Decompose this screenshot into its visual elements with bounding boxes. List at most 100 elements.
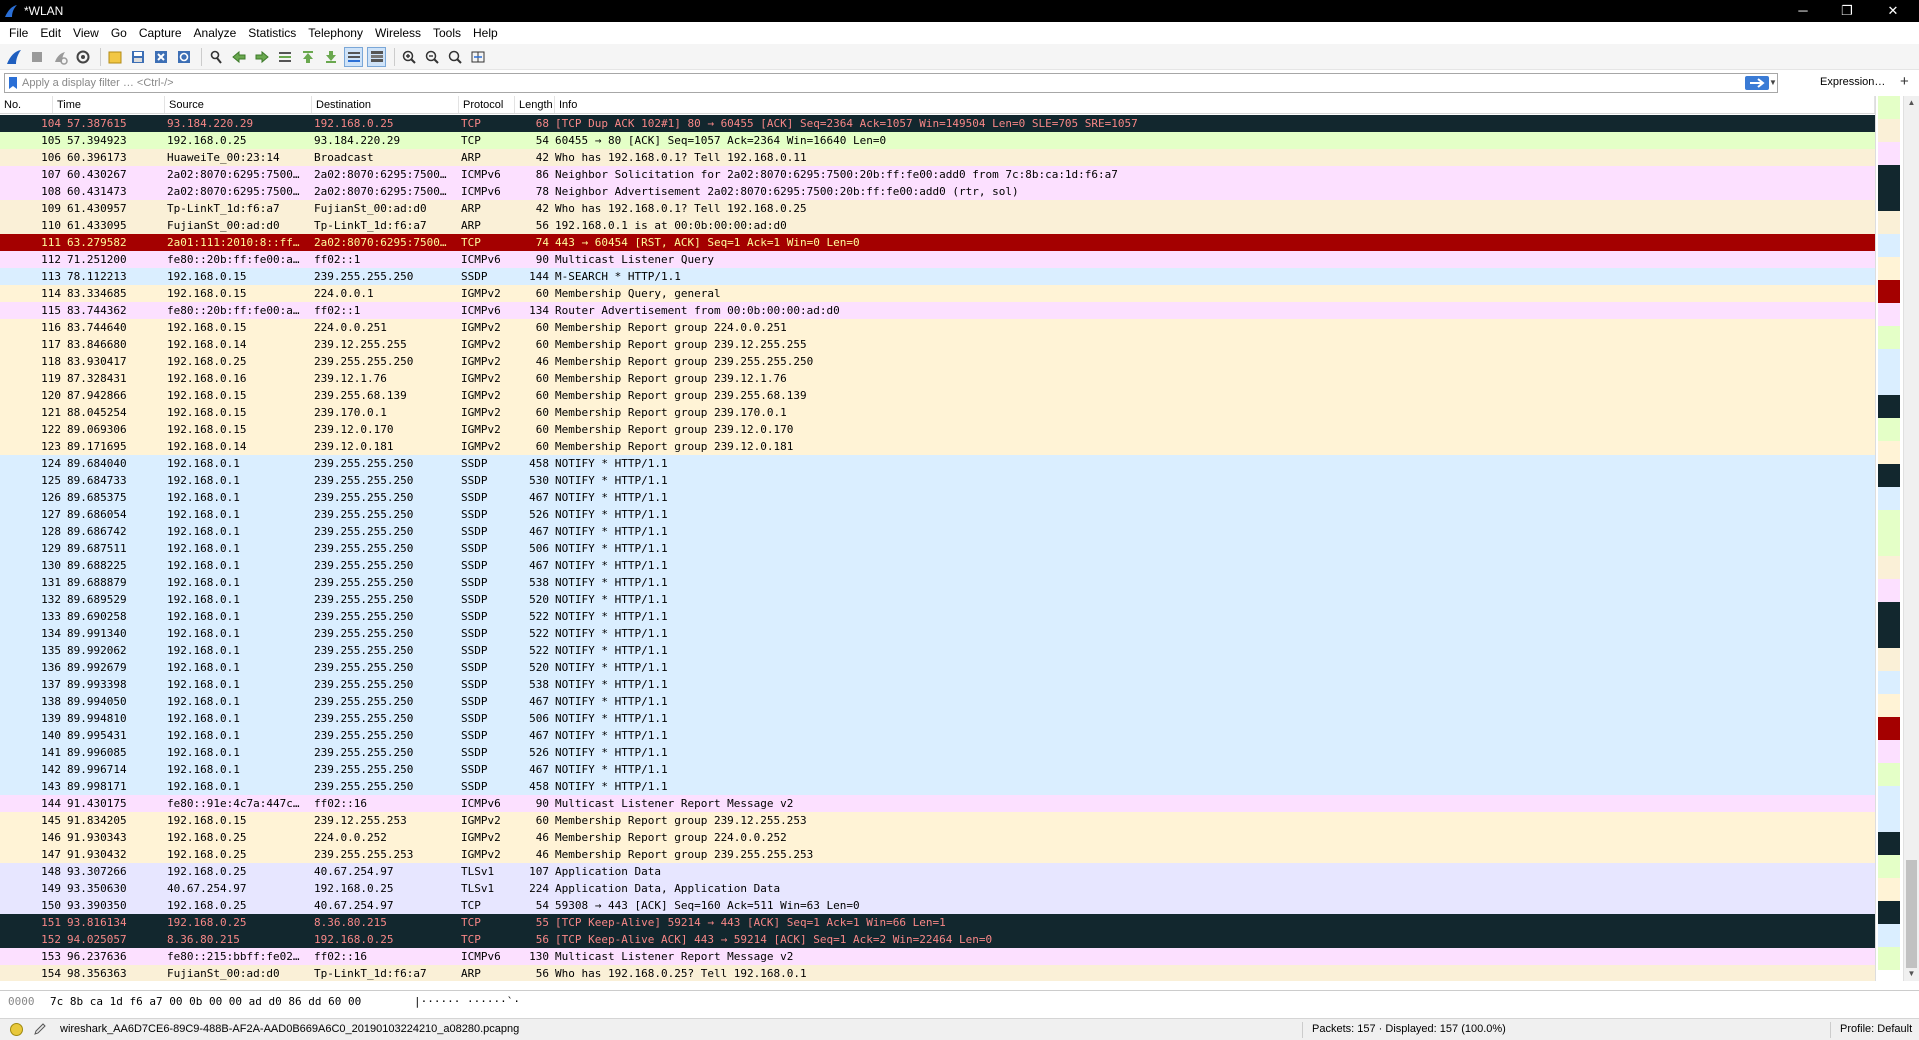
scroll-down-icon[interactable]: ▼	[1904, 967, 1919, 981]
display-filter-input[interactable]	[22, 74, 1777, 92]
packet-row[interactable]: 133 89.690258 192.168.0.1 239.255.255.250 SS…	[0, 608, 1875, 625]
packet-row[interactable]: 141 89.996085 192.168.0.1 239.255.255.250 SS…	[0, 744, 1875, 761]
scroll-up-icon[interactable]: ▲	[1904, 96, 1919, 110]
stop-capture-button[interactable]	[27, 47, 46, 67]
zoom-in-button[interactable]	[399, 47, 418, 67]
go-forward-button[interactable]	[252, 47, 271, 67]
menu-capture[interactable]: Capture	[133, 22, 188, 44]
start-capture-button[interactable]	[4, 47, 23, 67]
menu-view[interactable]: View	[67, 22, 105, 44]
packet-row[interactable]: 144 91.430175 fe80::91e:4c7a:447c… ff02::16…	[0, 795, 1875, 812]
packet-row[interactable]: 137 89.993398 192.168.0.1 239.255.255.250 SS…	[0, 676, 1875, 693]
column-no[interactable]: No.	[0, 96, 53, 113]
column-destination[interactable]: Destination	[312, 96, 459, 113]
minimize-button[interactable]: ─	[1781, 0, 1825, 22]
packet-row[interactable]: 125 89.684733 192.168.0.1 239.255.255.250 SS…	[0, 472, 1875, 489]
packet-row[interactable]: 113 78.112213 192.168.0.15 239.255.255.250 S…	[0, 268, 1875, 285]
packet-row[interactable]: 136 89.992679 192.168.0.1 239.255.255.250 SS…	[0, 659, 1875, 676]
profile-label[interactable]: Profile: Default	[1840, 1023, 1912, 1035]
go-back-button[interactable]	[229, 47, 248, 67]
packet-row[interactable]: 134 89.991340 192.168.0.1 239.255.255.250 SS…	[0, 625, 1875, 642]
packet-row[interactable]: 148 93.307266 192.168.0.25 40.67.254.97 TLSv…	[0, 863, 1875, 880]
packet-row[interactable]: 149 93.350630 40.67.254.97 192.168.0.25 TLSv…	[0, 880, 1875, 897]
close-button[interactable]: ✕	[1871, 0, 1915, 22]
packet-row[interactable]: 138 89.994050 192.168.0.1 239.255.255.250 SS…	[0, 693, 1875, 710]
find-packet-button[interactable]	[206, 47, 225, 67]
packet-color-minimap[interactable]	[1875, 96, 1903, 981]
packet-row[interactable]: 105 57.394923 192.168.0.25 93.184.220.29 TCP…	[0, 132, 1875, 149]
packet-row[interactable]: 129 89.687511 192.168.0.1 239.255.255.250 SS…	[0, 540, 1875, 557]
packet-row[interactable]: 109 61.430957 Tp-LinkT_1d:f6:a7 FujianSt_00…	[0, 200, 1875, 217]
expression-button[interactable]: Expression…	[1820, 76, 1885, 88]
packet-row[interactable]: 122 89.069306 192.168.0.15 239.12.0.170 IGMP…	[0, 421, 1875, 438]
expert-info-icon[interactable]	[10, 1023, 23, 1036]
close-file-button[interactable]	[151, 47, 170, 67]
packet-row[interactable]: 146 91.930343 192.168.0.25 224.0.0.252 IGMPv…	[0, 829, 1875, 846]
menu-telephony[interactable]: Telephony	[302, 22, 369, 44]
packet-row[interactable]: 121 88.045254 192.168.0.15 239.170.0.1 IGMPv…	[0, 404, 1875, 421]
column-source[interactable]: Source	[165, 96, 312, 113]
open-file-button[interactable]	[105, 47, 124, 67]
packet-row[interactable]: 126 89.685375 192.168.0.1 239.255.255.250 SS…	[0, 489, 1875, 506]
scrollbar-thumb[interactable]	[1906, 860, 1917, 968]
column-time[interactable]: Time	[53, 96, 165, 113]
zoom-out-button[interactable]	[422, 47, 441, 67]
packet-row[interactable]: 128 89.686742 192.168.0.1 239.255.255.250 SS…	[0, 523, 1875, 540]
packet-row[interactable]: 127 89.686054 192.168.0.1 239.255.255.250 SS…	[0, 506, 1875, 523]
resize-columns-button[interactable]	[468, 47, 487, 67]
packet-row[interactable]: 153 96.237636 fe80::215:bbff:fe02… ff02::16…	[0, 948, 1875, 965]
capture-comment-icon[interactable]	[33, 1022, 47, 1036]
packet-row[interactable]: 147 91.930432 192.168.0.25 239.255.255.253 I…	[0, 846, 1875, 863]
menu-help[interactable]: Help	[467, 22, 504, 44]
packet-row[interactable]: 145 91.834205 192.168.0.15 239.12.255.253 IG…	[0, 812, 1875, 829]
packet-row[interactable]: 132 89.689529 192.168.0.1 239.255.255.250 SS…	[0, 591, 1875, 608]
column-protocol[interactable]: Protocol	[459, 96, 515, 113]
packet-row[interactable]: 123 89.171695 192.168.0.14 239.12.0.181 IGMP…	[0, 438, 1875, 455]
packet-row[interactable]: 117 83.846680 192.168.0.14 239.12.255.255 IG…	[0, 336, 1875, 353]
filter-history-dropdown[interactable]: ▼	[1769, 76, 1779, 90]
packet-row[interactable]: 108 60.431473 2a02:8070:6295:7500… 2a02:807…	[0, 183, 1875, 200]
packet-row[interactable]: 154 98.356363 FujianSt_00:ad:d0 Tp-LinkT_1d…	[0, 965, 1875, 981]
menu-tools[interactable]: Tools	[427, 22, 467, 44]
menu-analyze[interactable]: Analyze	[188, 22, 243, 44]
bookmark-icon[interactable]	[8, 76, 18, 90]
capture-options-button[interactable]	[73, 47, 92, 67]
first-packet-button[interactable]	[298, 47, 317, 67]
last-packet-button[interactable]	[321, 47, 340, 67]
packet-row[interactable]: 120 87.942866 192.168.0.15 239.255.68.139 IG…	[0, 387, 1875, 404]
packet-row[interactable]: 143 89.998171 192.168.0.1 239.255.255.250 SS…	[0, 778, 1875, 795]
packet-row[interactable]: 119 87.328431 192.168.0.16 239.12.1.76 IGMPv…	[0, 370, 1875, 387]
packet-row[interactable]: 118 83.930417 192.168.0.25 239.255.255.250 I…	[0, 353, 1875, 370]
menu-file[interactable]: File	[3, 22, 34, 44]
save-file-button[interactable]	[128, 47, 147, 67]
packet-row[interactable]: 110 61.433095 FujianSt_00:ad:d0 Tp-LinkT_1d…	[0, 217, 1875, 234]
packet-row[interactable]: 139 89.994810 192.168.0.1 239.255.255.250 SS…	[0, 710, 1875, 727]
zoom-normal-button[interactable]	[445, 47, 464, 67]
menu-go[interactable]: Go	[105, 22, 133, 44]
packet-row[interactable]: 151 93.816134 192.168.0.25 8.36.80.215 TCP 55…	[0, 914, 1875, 931]
packet-list-scrollbar[interactable]: ▲ ▼	[1903, 96, 1919, 981]
packet-row[interactable]: 111 63.279582 2a01:111:2010:8::ff… 2a02:807…	[0, 234, 1875, 251]
autoscroll-button[interactable]	[344, 46, 363, 67]
packet-row[interactable]: 142 89.996714 192.168.0.1 239.255.255.250 SS…	[0, 761, 1875, 778]
packet-row[interactable]: 130 89.688225 192.168.0.1 239.255.255.250 SS…	[0, 557, 1875, 574]
menu-edit[interactable]: Edit	[34, 22, 67, 44]
menu-wireless[interactable]: Wireless	[369, 22, 427, 44]
column-length[interactable]: Length	[515, 96, 555, 113]
go-to-packet-button[interactable]	[275, 47, 294, 67]
packet-row[interactable]: 152 94.025057 8.36.80.215 192.168.0.25 TCP 56…	[0, 931, 1875, 948]
packet-row[interactable]: 124 89.684040 192.168.0.1 239.255.255.250 SS…	[0, 455, 1875, 472]
packet-row[interactable]: 106 60.396173 HuaweiTe_00:23:14 Broadcast AR…	[0, 149, 1875, 166]
packet-row[interactable]: 135 89.992062 192.168.0.1 239.255.255.250 SS…	[0, 642, 1875, 659]
column-info[interactable]: Info	[555, 96, 1875, 113]
packet-row[interactable]: 115 83.744362 fe80::20b:ff:fe00:a… ff02::1 I…	[0, 302, 1875, 319]
menu-statistics[interactable]: Statistics	[242, 22, 302, 44]
packet-row[interactable]: 131 89.688879 192.168.0.1 239.255.255.250 SS…	[0, 574, 1875, 591]
add-filter-button[interactable]: +	[1900, 73, 1909, 90]
packet-row[interactable]: 150 93.390350 192.168.0.25 40.67.254.97 TCP 5…	[0, 897, 1875, 914]
packet-row[interactable]: 116 83.744640 192.168.0.15 224.0.0.251 IGMPv…	[0, 319, 1875, 336]
colorize-button[interactable]	[367, 46, 386, 67]
packet-row[interactable]: 112 71.251200 fe80::20b:ff:fe00:a… ff02::1 I…	[0, 251, 1875, 268]
packet-row[interactable]: 107 60.430267 2a02:8070:6295:7500… 2a02:807…	[0, 166, 1875, 183]
reload-file-button[interactable]	[174, 47, 193, 67]
